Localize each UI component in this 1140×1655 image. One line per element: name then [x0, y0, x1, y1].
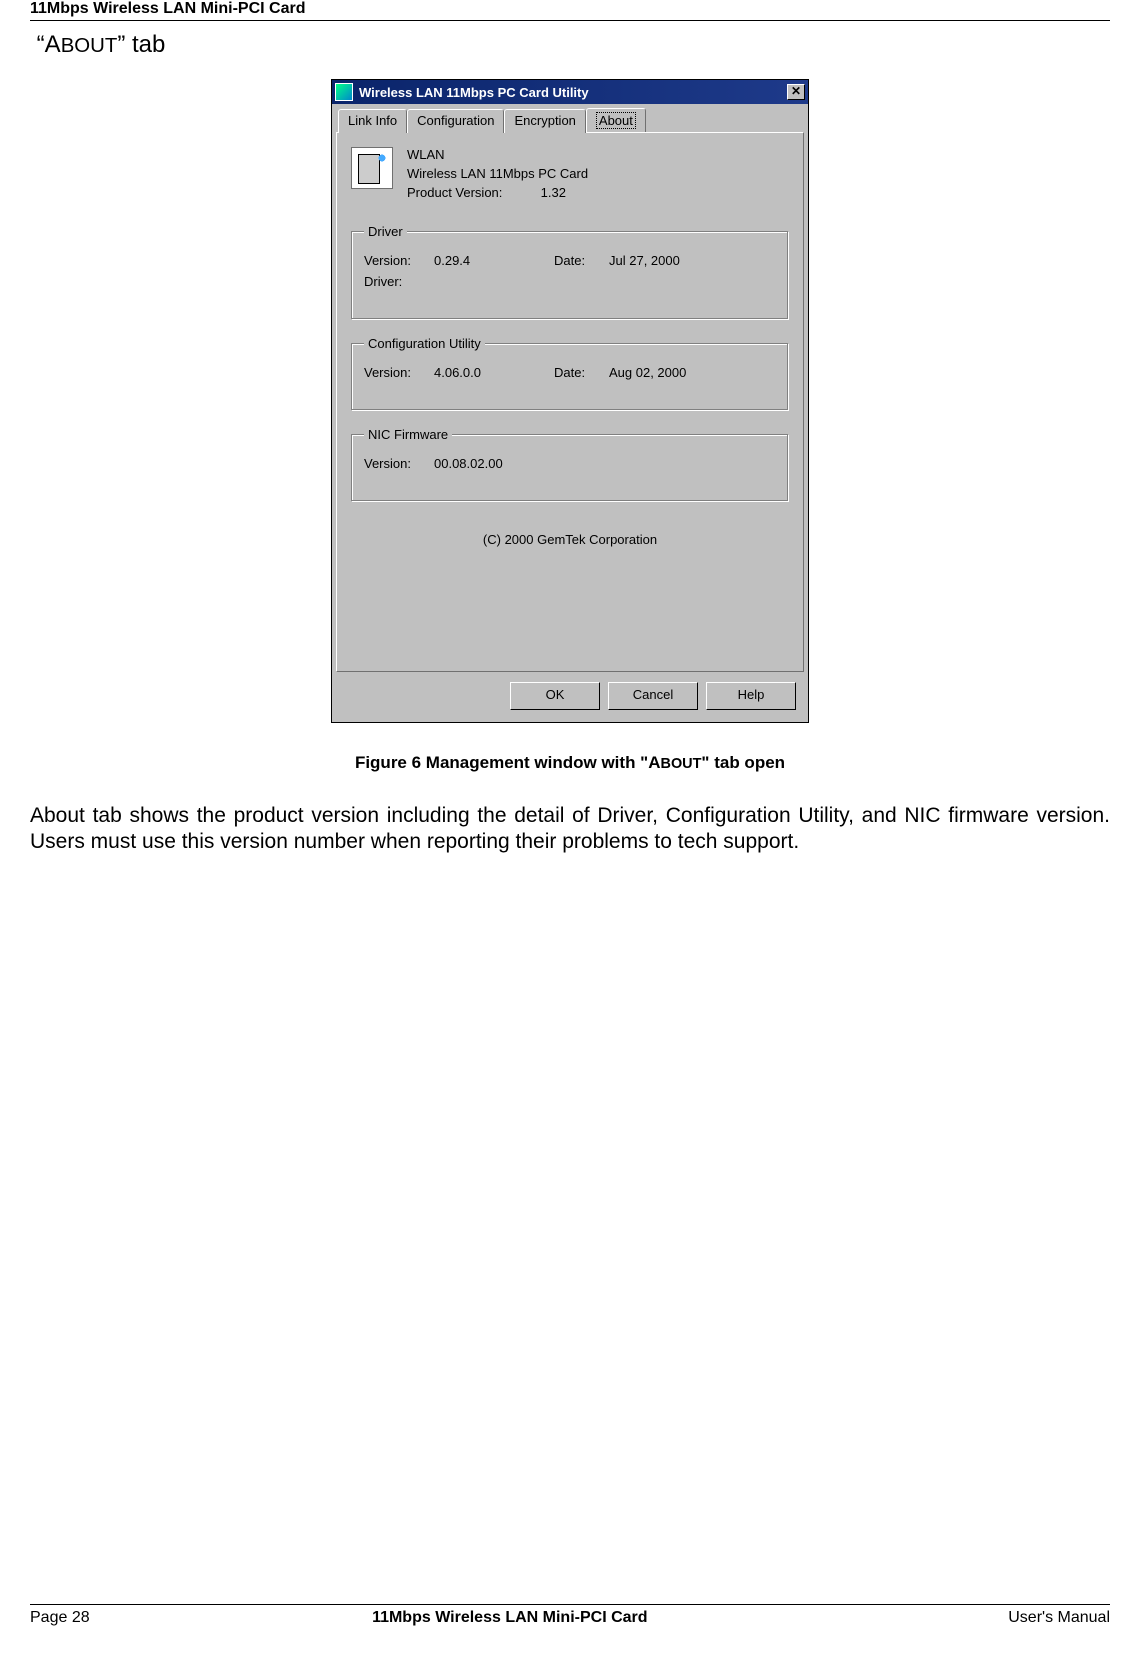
ok-button[interactable]: OK [510, 682, 600, 710]
about-panel: WLAN Wireless LAN 11Mbps PC Card Product… [336, 132, 804, 672]
product-version-label: Product Version: [407, 185, 537, 200]
driver-path-value [434, 274, 554, 289]
footer-center: 11Mbps Wireless LAN Mini-PCI Card [90, 1609, 930, 1627]
header-product: 11Mbps Wireless LAN Mini-PCI Card [30, 0, 305, 17]
driver-date-value: Jul 27, 2000 [609, 253, 680, 268]
body-paragraph: About tab shows the product version incl… [30, 803, 1110, 856]
driver-group: Driver Version: 0.29.4 Date: Jul 27, 200… [351, 224, 789, 320]
app-icon [335, 83, 353, 101]
page-header: 11Mbps Wireless LAN Mini-PCI Card [30, 0, 1110, 21]
config-utility-legend: Configuration Utility [364, 336, 485, 351]
copyright-text: (C) 2000 GemTek Corporation [351, 532, 789, 547]
utility-dialog: Wireless LAN 11Mbps PC Card Utility ✕ Li… [331, 79, 809, 723]
window-title: Wireless LAN 11Mbps PC Card Utility [359, 85, 787, 100]
dialog-button-row: OK Cancel Help [336, 672, 804, 718]
driver-version-label: Version: [364, 253, 434, 268]
page-footer: Page 28 11Mbps Wireless LAN Mini-PCI Car… [30, 1604, 1110, 1627]
page-number: Page 28 [30, 1609, 90, 1627]
tab-strip: Link Info Configuration Encryption About [336, 108, 804, 132]
driver-path-label: Driver: [364, 274, 434, 289]
section-title: “ABOUT” tab [30, 31, 1110, 59]
product-desc: Wireless LAN 11Mbps PC Card [407, 166, 588, 181]
driver-legend: Driver [364, 224, 407, 239]
cfg-version-label: Version: [364, 365, 434, 380]
help-button[interactable]: Help [706, 682, 796, 710]
footer-right: User's Manual [930, 1609, 1110, 1627]
config-utility-group: Configuration Utility Version: 4.06.0.0 … [351, 336, 789, 411]
product-name: WLAN [407, 147, 588, 162]
cfg-date-value: Aug 02, 2000 [609, 365, 686, 380]
driver-version-value: 0.29.4 [434, 253, 554, 268]
nic-firmware-group: NIC Firmware Version: 00.08.02.00 [351, 427, 789, 502]
product-icon [351, 147, 393, 189]
driver-date-label: Date: [554, 253, 609, 268]
nic-version-value: 00.08.02.00 [434, 456, 554, 471]
product-version-value: 1.32 [541, 185, 566, 200]
nic-version-label: Version: [364, 456, 434, 471]
tab-encryption[interactable]: Encryption [504, 109, 585, 133]
cfg-date-label: Date: [554, 365, 609, 380]
product-info: WLAN Wireless LAN 11Mbps PC Card Product… [407, 147, 588, 204]
cancel-button[interactable]: Cancel [608, 682, 698, 710]
tab-configuration[interactable]: Configuration [407, 109, 504, 133]
close-button[interactable]: ✕ [787, 84, 805, 100]
tab-about[interactable]: About [586, 108, 646, 132]
tab-link-info[interactable]: Link Info [338, 109, 407, 133]
nic-firmware-legend: NIC Firmware [364, 427, 452, 442]
figure-caption: Figure 6 Management window with "ABOUT" … [30, 753, 1110, 773]
cfg-version-value: 4.06.0.0 [434, 365, 554, 380]
titlebar: Wireless LAN 11Mbps PC Card Utility ✕ [332, 80, 808, 104]
